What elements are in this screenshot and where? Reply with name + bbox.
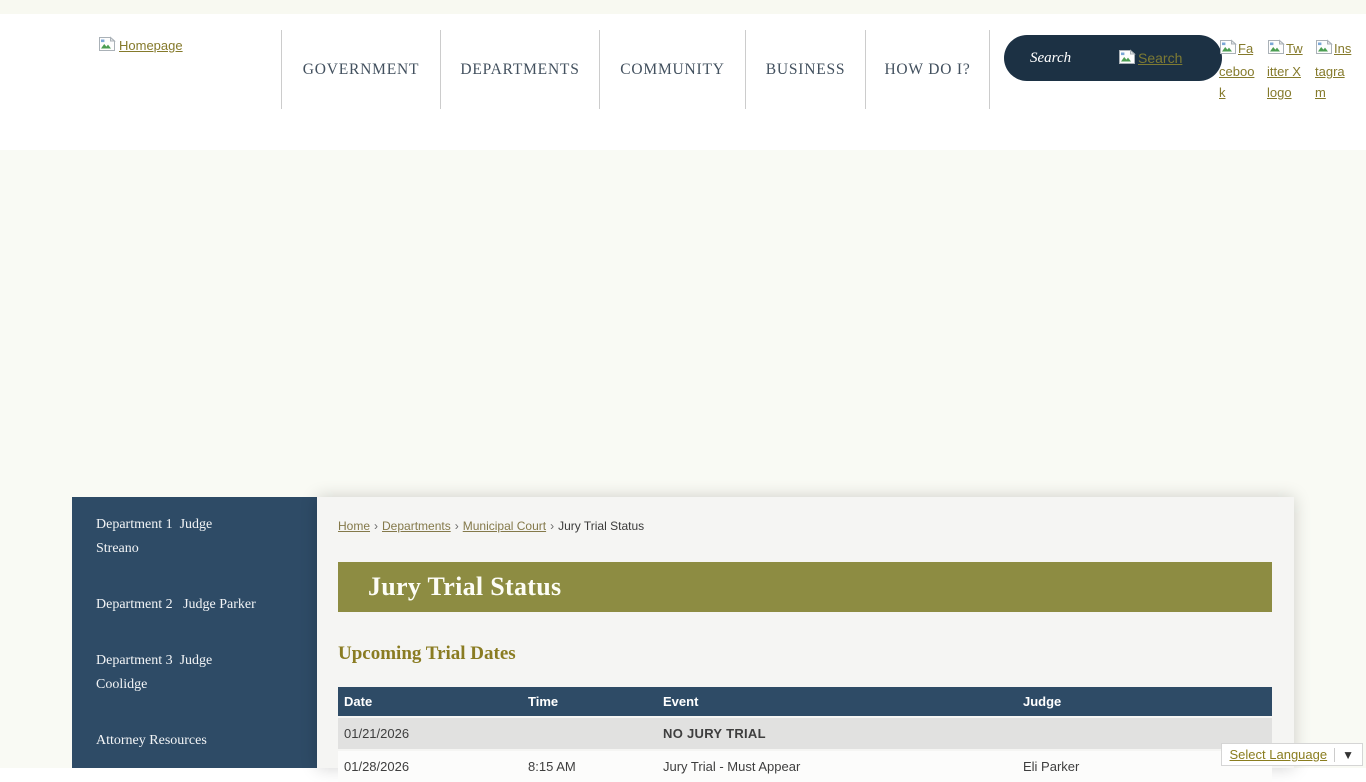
- nav-item-business[interactable]: BUSINESS: [745, 30, 865, 109]
- broken-image-icon: [98, 36, 117, 55]
- table-header-row: Date Time Event Judge: [338, 687, 1272, 716]
- twitter-x-link[interactable]: Twitter X logo: [1267, 38, 1305, 103]
- breadcrumb-home[interactable]: Home: [338, 519, 370, 533]
- breadcrumb-departments[interactable]: Departments: [382, 519, 451, 533]
- sidebar-item-department-3[interactable]: Department 3 Judge Coolidge: [72, 633, 317, 713]
- column-header-date: Date: [338, 687, 522, 716]
- sidebar-item-department-2[interactable]: Department 2 Judge Parker: [72, 577, 317, 633]
- sidebar-item-department-1[interactable]: Department 1 Judge Streano: [72, 497, 317, 577]
- column-header-time: Time: [522, 687, 657, 716]
- broken-image-icon: [1118, 49, 1137, 68]
- nav-item-community[interactable]: COMMUNITY: [599, 30, 745, 109]
- homepage-link-label: Homepage: [119, 38, 183, 53]
- content-panel: Home › Departments › Municipal Court › Jury Tr…: [317, 497, 1294, 768]
- sidebar-item-attorney-resources[interactable]: Attorney Resources: [72, 713, 317, 769]
- breadcrumb-municipal-court[interactable]: Municipal Court: [463, 519, 546, 533]
- language-dropdown-arrow-icon[interactable]: ▼: [1334, 748, 1354, 762]
- search-input[interactable]: [1004, 50, 1114, 67]
- instagram-link[interactable]: Instagram: [1315, 38, 1353, 103]
- search-button-label: Search: [1138, 50, 1182, 66]
- facebook-icon: [1219, 39, 1238, 61]
- nav-item-government[interactable]: GOVERNMENT: [281, 30, 440, 109]
- section-heading: Upcoming Trial Dates: [338, 643, 1272, 665]
- main-nav: GOVERNMENT DEPARTMENTS COMMUNITY BUSINES…: [281, 30, 990, 109]
- table-row: 01/28/2026 8:15 AM Jury Trial - Must App…: [338, 749, 1272, 782]
- cell-time: 8:15 AM: [522, 749, 657, 782]
- page-title-banner: Jury Trial Status: [338, 562, 1272, 612]
- table-row: 01/21/2026 NO JURY TRIAL: [338, 716, 1272, 749]
- page-title: Jury Trial Status: [338, 572, 561, 602]
- breadcrumb-separator: ›: [550, 519, 554, 533]
- cell-event: NO JURY TRIAL: [657, 716, 1017, 749]
- cell-date: 01/28/2026: [338, 749, 522, 782]
- nav-item-departments[interactable]: DEPARTMENTS: [440, 30, 599, 109]
- column-header-judge: Judge: [1017, 687, 1272, 716]
- select-language-link[interactable]: Select Language: [1230, 747, 1328, 762]
- search-button[interactable]: Search: [1118, 49, 1182, 68]
- instagram-icon: [1315, 39, 1334, 61]
- facebook-link[interactable]: Facebook: [1219, 38, 1257, 103]
- breadcrumb-current: Jury Trial Status: [558, 519, 644, 533]
- column-header-event: Event: [657, 687, 1017, 716]
- site-header: Homepage GOVERNMENT DEPARTMENTS COMMUNIT…: [0, 14, 1366, 150]
- search-bar: Search: [1004, 35, 1222, 81]
- homepage-link[interactable]: Homepage: [98, 36, 183, 55]
- top-strip: [0, 0, 1366, 14]
- cell-event: Jury Trial - Must Appear: [657, 749, 1017, 782]
- breadcrumb: Home › Departments › Municipal Court › Jury Tr…: [338, 519, 1272, 533]
- breadcrumb-separator: ›: [455, 519, 459, 533]
- breadcrumb-separator: ›: [374, 519, 378, 533]
- cell-time: [522, 716, 657, 749]
- social-links: Facebook Twitter X logo Instag: [1219, 38, 1353, 103]
- language-selector: Select Language ▼: [1221, 743, 1363, 766]
- cell-date: 01/21/2026: [338, 716, 522, 749]
- nav-item-how-do-i[interactable]: HOW DO I?: [865, 30, 990, 109]
- sidebar: Department 1 Judge Streano Department 2 …: [72, 497, 317, 768]
- twitter-x-icon: [1267, 39, 1286, 61]
